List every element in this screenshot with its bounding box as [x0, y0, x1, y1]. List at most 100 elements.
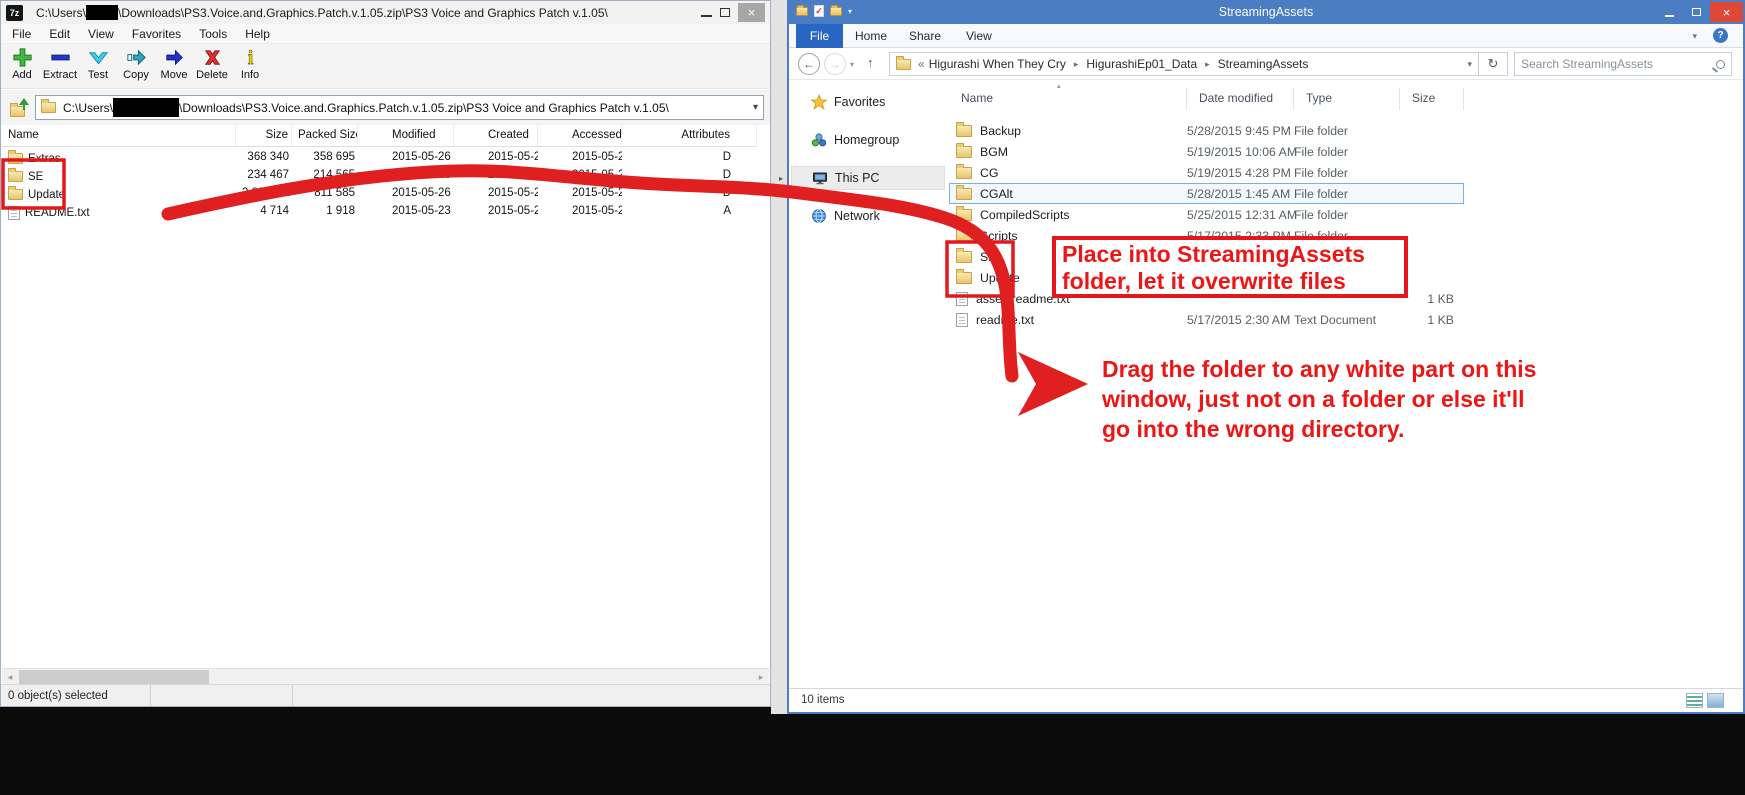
tab-view[interactable]: View: [966, 29, 992, 43]
sidebar-item-favorites[interactable]: Favorites: [791, 90, 945, 114]
packed-size: 214 565: [292, 167, 358, 185]
list-item-readme[interactable]: readme.txt 5/17/2015 2:30 AM Text Docume…: [949, 309, 1464, 330]
close-button[interactable]: ×: [1710, 2, 1743, 22]
table-row-update[interactable]: Update 3 896 737 811 585 2015-05-26 09:3…: [2, 185, 757, 203]
column-header-name[interactable]: Name: [949, 88, 1187, 110]
copy-arrow-icon: [125, 46, 148, 69]
column-header-accessed[interactable]: Accessed: [538, 125, 622, 146]
breadcrumb[interactable]: « Higurashi When They Cry ▸ HigurashiEp0…: [889, 52, 1479, 76]
column-header-modified[interactable]: Modified: [358, 125, 454, 146]
address-history-caret-icon[interactable]: ▾: [1467, 59, 1472, 70]
breadcrumb-segment[interactable]: Higurashi When They Cry: [929, 57, 1066, 71]
back-button[interactable]: ←: [798, 53, 820, 75]
sevenzip-titlebar: 7z C:\Users\\Downloads\PS3.Voice.and.Gra…: [1, 1, 770, 24]
address-row: ← → ▾ ↑ « Higurashi When They Cry ▸ Higu…: [789, 48, 1743, 80]
breadcrumb-separator-icon: ▸: [1074, 59, 1079, 70]
refresh-button[interactable]: ↻: [1479, 52, 1508, 76]
column-header-name[interactable]: Name: [2, 125, 236, 146]
recent-locations-caret-icon[interactable]: ▾: [850, 60, 854, 69]
table-row-readme[interactable]: README.txt 4 714 1 918 2015-05-23 17:28 …: [2, 203, 757, 221]
breadcrumb-segment[interactable]: HigurashiEp01_Data: [1086, 57, 1197, 71]
help-button[interactable]: ?: [1713, 28, 1728, 43]
list-item-cgalt[interactable]: CGAlt 5/28/2015 1:45 AM File folder: [949, 183, 1464, 204]
scroll-right-icon[interactable]: ▸: [753, 669, 769, 685]
close-button[interactable]: ×: [738, 3, 765, 22]
column-headers: Name Date modified Type Size: [949, 88, 1464, 110]
attributes: D: [622, 149, 757, 167]
column-header-date-modified[interactable]: Date modified: [1187, 88, 1294, 110]
minimize-button[interactable]: [701, 15, 712, 17]
created-date: 2015-05-26 09:31: [454, 185, 538, 203]
column-headers: Name Size Packed Size Modified Created A…: [2, 125, 757, 147]
window-title: StreamingAssets: [789, 5, 1743, 19]
scroll-left-icon[interactable]: ◂: [2, 669, 18, 685]
up-button[interactable]: ↑: [867, 55, 874, 70]
table-row-extras[interactable]: Extras 368 340 358 695 2015-05-26 09:31 …: [2, 149, 757, 167]
tab-share[interactable]: Share: [909, 29, 941, 43]
column-header-size[interactable]: Size: [1400, 88, 1464, 110]
statusbar: 10 items: [789, 688, 1743, 712]
scrollbar-thumb[interactable]: [19, 670, 209, 684]
menu-tools[interactable]: Tools: [190, 27, 236, 41]
desktop-gap: [771, 0, 787, 714]
extract-button[interactable]: Extract: [41, 45, 79, 81]
search-input[interactable]: [1515, 57, 1716, 71]
menu-file[interactable]: File: [3, 27, 40, 41]
folder-icon: [956, 209, 972, 221]
packed-size: 1 918: [292, 203, 358, 221]
list-item-backup[interactable]: Backup 5/28/2015 9:45 PM File folder: [949, 120, 1464, 141]
sidebar-item-this-pc[interactable]: ▸ This PC: [791, 166, 945, 190]
maximize-button[interactable]: [720, 8, 730, 17]
info-icon: i: [239, 46, 262, 69]
menu-edit[interactable]: Edit: [40, 27, 79, 41]
maximize-button[interactable]: [1683, 2, 1710, 22]
tab-home[interactable]: Home: [855, 29, 887, 43]
menu-favorites[interactable]: Favorites: [123, 27, 190, 41]
expand-arrow-icon[interactable]: ▸: [779, 174, 783, 183]
folder-icon: [8, 189, 23, 200]
list-item-cg[interactable]: CG 5/19/2015 4:28 PM File folder: [949, 162, 1464, 183]
computer-icon: [812, 170, 828, 186]
sevenzip-app-icon: 7z: [6, 5, 23, 21]
horizontal-scrollbar[interactable]: ◂ ▸: [2, 668, 769, 685]
plus-icon: [11, 46, 34, 69]
column-header-packed-size[interactable]: Packed Size: [292, 125, 358, 146]
menu-help[interactable]: Help: [236, 27, 279, 41]
tab-file[interactable]: File: [796, 24, 843, 48]
expand-ribbon-icon[interactable]: ▾: [1692, 31, 1697, 42]
column-header-size[interactable]: Size: [236, 125, 292, 146]
menubar: File Edit View Favorites Tools Help: [1, 24, 770, 44]
file-name: README.txt: [25, 207, 90, 219]
column-header-created[interactable]: Created: [454, 125, 538, 146]
test-button[interactable]: Test: [79, 45, 117, 81]
file-size: 234 467: [236, 167, 292, 185]
sidebar-item-network[interactable]: Network: [791, 204, 945, 228]
list-item-compiledscripts[interactable]: CompiledScripts 5/25/2015 12:31 AM File …: [949, 204, 1464, 225]
homegroup-icon: [811, 132, 827, 148]
add-button[interactable]: Add: [3, 45, 41, 81]
thumbnail-view-button[interactable]: [1707, 693, 1724, 708]
breadcrumb-segment[interactable]: StreamingAssets: [1218, 57, 1309, 71]
search-box[interactable]: [1514, 52, 1732, 76]
table-row-se[interactable]: SE 234 467 214 565 2015-05-26 09:31 2015…: [2, 167, 757, 185]
details-view-button[interactable]: [1686, 693, 1703, 708]
forward-button[interactable]: →: [824, 53, 846, 75]
minimize-button[interactable]: [1656, 2, 1683, 22]
list-item-bgm[interactable]: BGM 5/19/2015 10:06 AM File folder: [949, 141, 1464, 162]
text-file-icon: [956, 292, 968, 306]
copy-button[interactable]: Copy: [117, 45, 155, 81]
info-button[interactable]: i Info: [231, 45, 269, 81]
x-icon: [201, 46, 224, 69]
up-directory-button[interactable]: [8, 98, 30, 118]
column-header-attributes[interactable]: Attributes: [622, 125, 757, 146]
statusbar: 0 object(s) selected: [1, 684, 770, 706]
move-button[interactable]: Move: [155, 45, 193, 81]
svg-text:i: i: [247, 47, 253, 69]
menu-view[interactable]: View: [79, 27, 123, 41]
sidebar-item-homegroup[interactable]: Homegroup: [791, 128, 945, 152]
delete-button[interactable]: Delete: [193, 45, 231, 81]
breadcrumb-overflow[interactable]: «: [918, 57, 925, 71]
dropdown-caret-icon[interactable]: ▾: [753, 102, 758, 113]
address-combobox[interactable]: C:\Users\\Downloads\PS3.Voice.and.Graphi…: [35, 95, 764, 120]
column-header-type[interactable]: Type: [1294, 88, 1400, 110]
